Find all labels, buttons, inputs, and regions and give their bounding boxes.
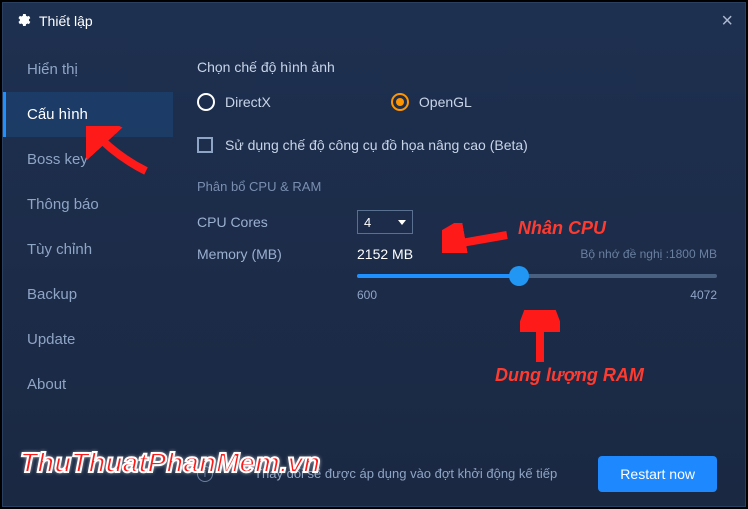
graphics-radio-group: DirectX OpenGL <box>197 93 717 111</box>
memory-row: Memory (MB) 2152 MB Bộ nhớ đề nghị :1800… <box>197 246 717 262</box>
alloc-title: Phân bổ CPU & RAM <box>197 179 717 194</box>
slider-min: 600 <box>357 288 377 302</box>
sidebar-item-about[interactable]: About <box>3 362 173 407</box>
settings-window: Thiết lập × Hiển thị Cấu hình Boss key T… <box>2 2 746 507</box>
slider-fill <box>357 274 519 278</box>
memory-value: 2152 MB <box>357 246 413 262</box>
slider-track <box>357 274 717 278</box>
cpu-cores-select[interactable]: 4 <box>357 210 413 234</box>
sidebar-item-config[interactable]: Cấu hình <box>3 92 173 137</box>
memory-recommend: Bộ nhớ đề nghị :1800 MB <box>580 247 717 261</box>
sidebar-item-notify[interactable]: Thông báo <box>3 182 173 227</box>
radio-directx[interactable]: DirectX <box>197 93 271 111</box>
checkbox-icon[interactable] <box>197 137 213 153</box>
advanced-graphics-row[interactable]: Sử dụng chế độ công cụ đồ họa nâng cao (… <box>197 137 717 153</box>
restart-button[interactable]: Restart now <box>598 456 717 492</box>
sidebar: Hiển thị Cấu hình Boss key Thông báo Tùy… <box>3 39 173 506</box>
sidebar-item-bosskey[interactable]: Boss key <box>3 137 173 182</box>
sidebar-item-custom[interactable]: Tùy chỉnh <box>3 227 173 272</box>
radio-label: DirectX <box>225 94 271 110</box>
checkbox-label: Sử dụng chế độ công cụ đồ họa nâng cao (… <box>225 137 528 153</box>
sidebar-item-update[interactable]: Update <box>3 317 173 362</box>
memory-label: Memory (MB) <box>197 246 357 262</box>
radio-label: OpenGL <box>419 94 472 110</box>
cpu-label: CPU Cores <box>197 214 357 230</box>
slider-thumb[interactable] <box>509 266 529 286</box>
slider-max: 4072 <box>690 288 717 302</box>
window-body: Hiển thị Cấu hình Boss key Thông báo Tùy… <box>3 39 745 506</box>
sidebar-item-display[interactable]: Hiển thị <box>3 47 173 92</box>
window-title: Thiết lập <box>39 13 93 29</box>
memory-slider[interactable] <box>357 274 717 278</box>
graphics-mode-title: Chọn chế độ hình ảnh <box>197 59 717 75</box>
radio-icon <box>391 93 409 111</box>
content-pane: Chọn chế độ hình ảnh DirectX OpenGL Sử d… <box>173 39 745 506</box>
radio-opengl[interactable]: OpenGL <box>391 93 472 111</box>
cpu-value: 4 <box>364 215 371 230</box>
slider-range-labels: 600 4072 <box>357 288 717 302</box>
radio-icon <box>197 93 215 111</box>
close-icon[interactable]: × <box>721 10 733 33</box>
watermark: ThuThuatPhanMem.vn <box>20 447 320 479</box>
cpu-cores-row: CPU Cores 4 <box>197 210 717 234</box>
titlebar: Thiết lập × <box>3 3 745 39</box>
gear-icon <box>15 12 31 31</box>
chevron-down-icon <box>398 220 406 225</box>
sidebar-item-backup[interactable]: Backup <box>3 272 173 317</box>
